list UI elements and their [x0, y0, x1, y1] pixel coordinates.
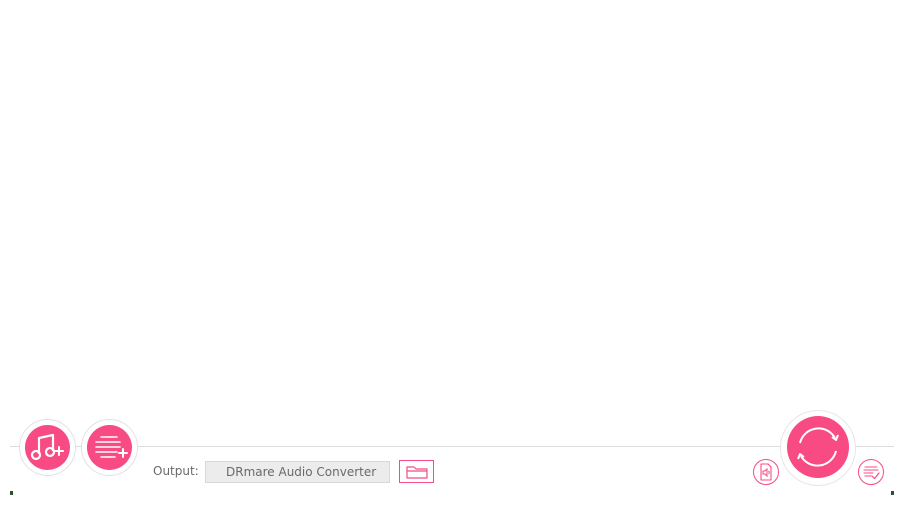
drmare-main-window: Output: DRmare Audio Converter	[0, 0, 899, 507]
output-label: Output:	[153, 464, 199, 478]
convert-refresh-icon	[797, 427, 839, 467]
folder-icon	[405, 465, 428, 479]
file-list-area[interactable]	[0, 0, 899, 446]
output-path-field[interactable]: DRmare Audio Converter	[205, 461, 390, 483]
audio-format-icon	[760, 463, 772, 481]
converted-list-icon	[863, 466, 880, 480]
list-plus-icon	[95, 436, 128, 458]
open-output-folder-button[interactable]	[399, 460, 434, 483]
audio-format-settings-button[interactable]	[753, 459, 779, 485]
toolbar-divider	[10, 446, 894, 447]
add-playlist-button[interactable]	[81, 419, 138, 476]
convert-button[interactable]	[780, 410, 856, 486]
window-corner-left	[10, 491, 13, 495]
music-note-plus-icon	[30, 433, 64, 461]
converted-history-button[interactable]	[858, 459, 884, 485]
add-music-button[interactable]	[19, 419, 76, 476]
window-corner-right	[891, 491, 894, 495]
